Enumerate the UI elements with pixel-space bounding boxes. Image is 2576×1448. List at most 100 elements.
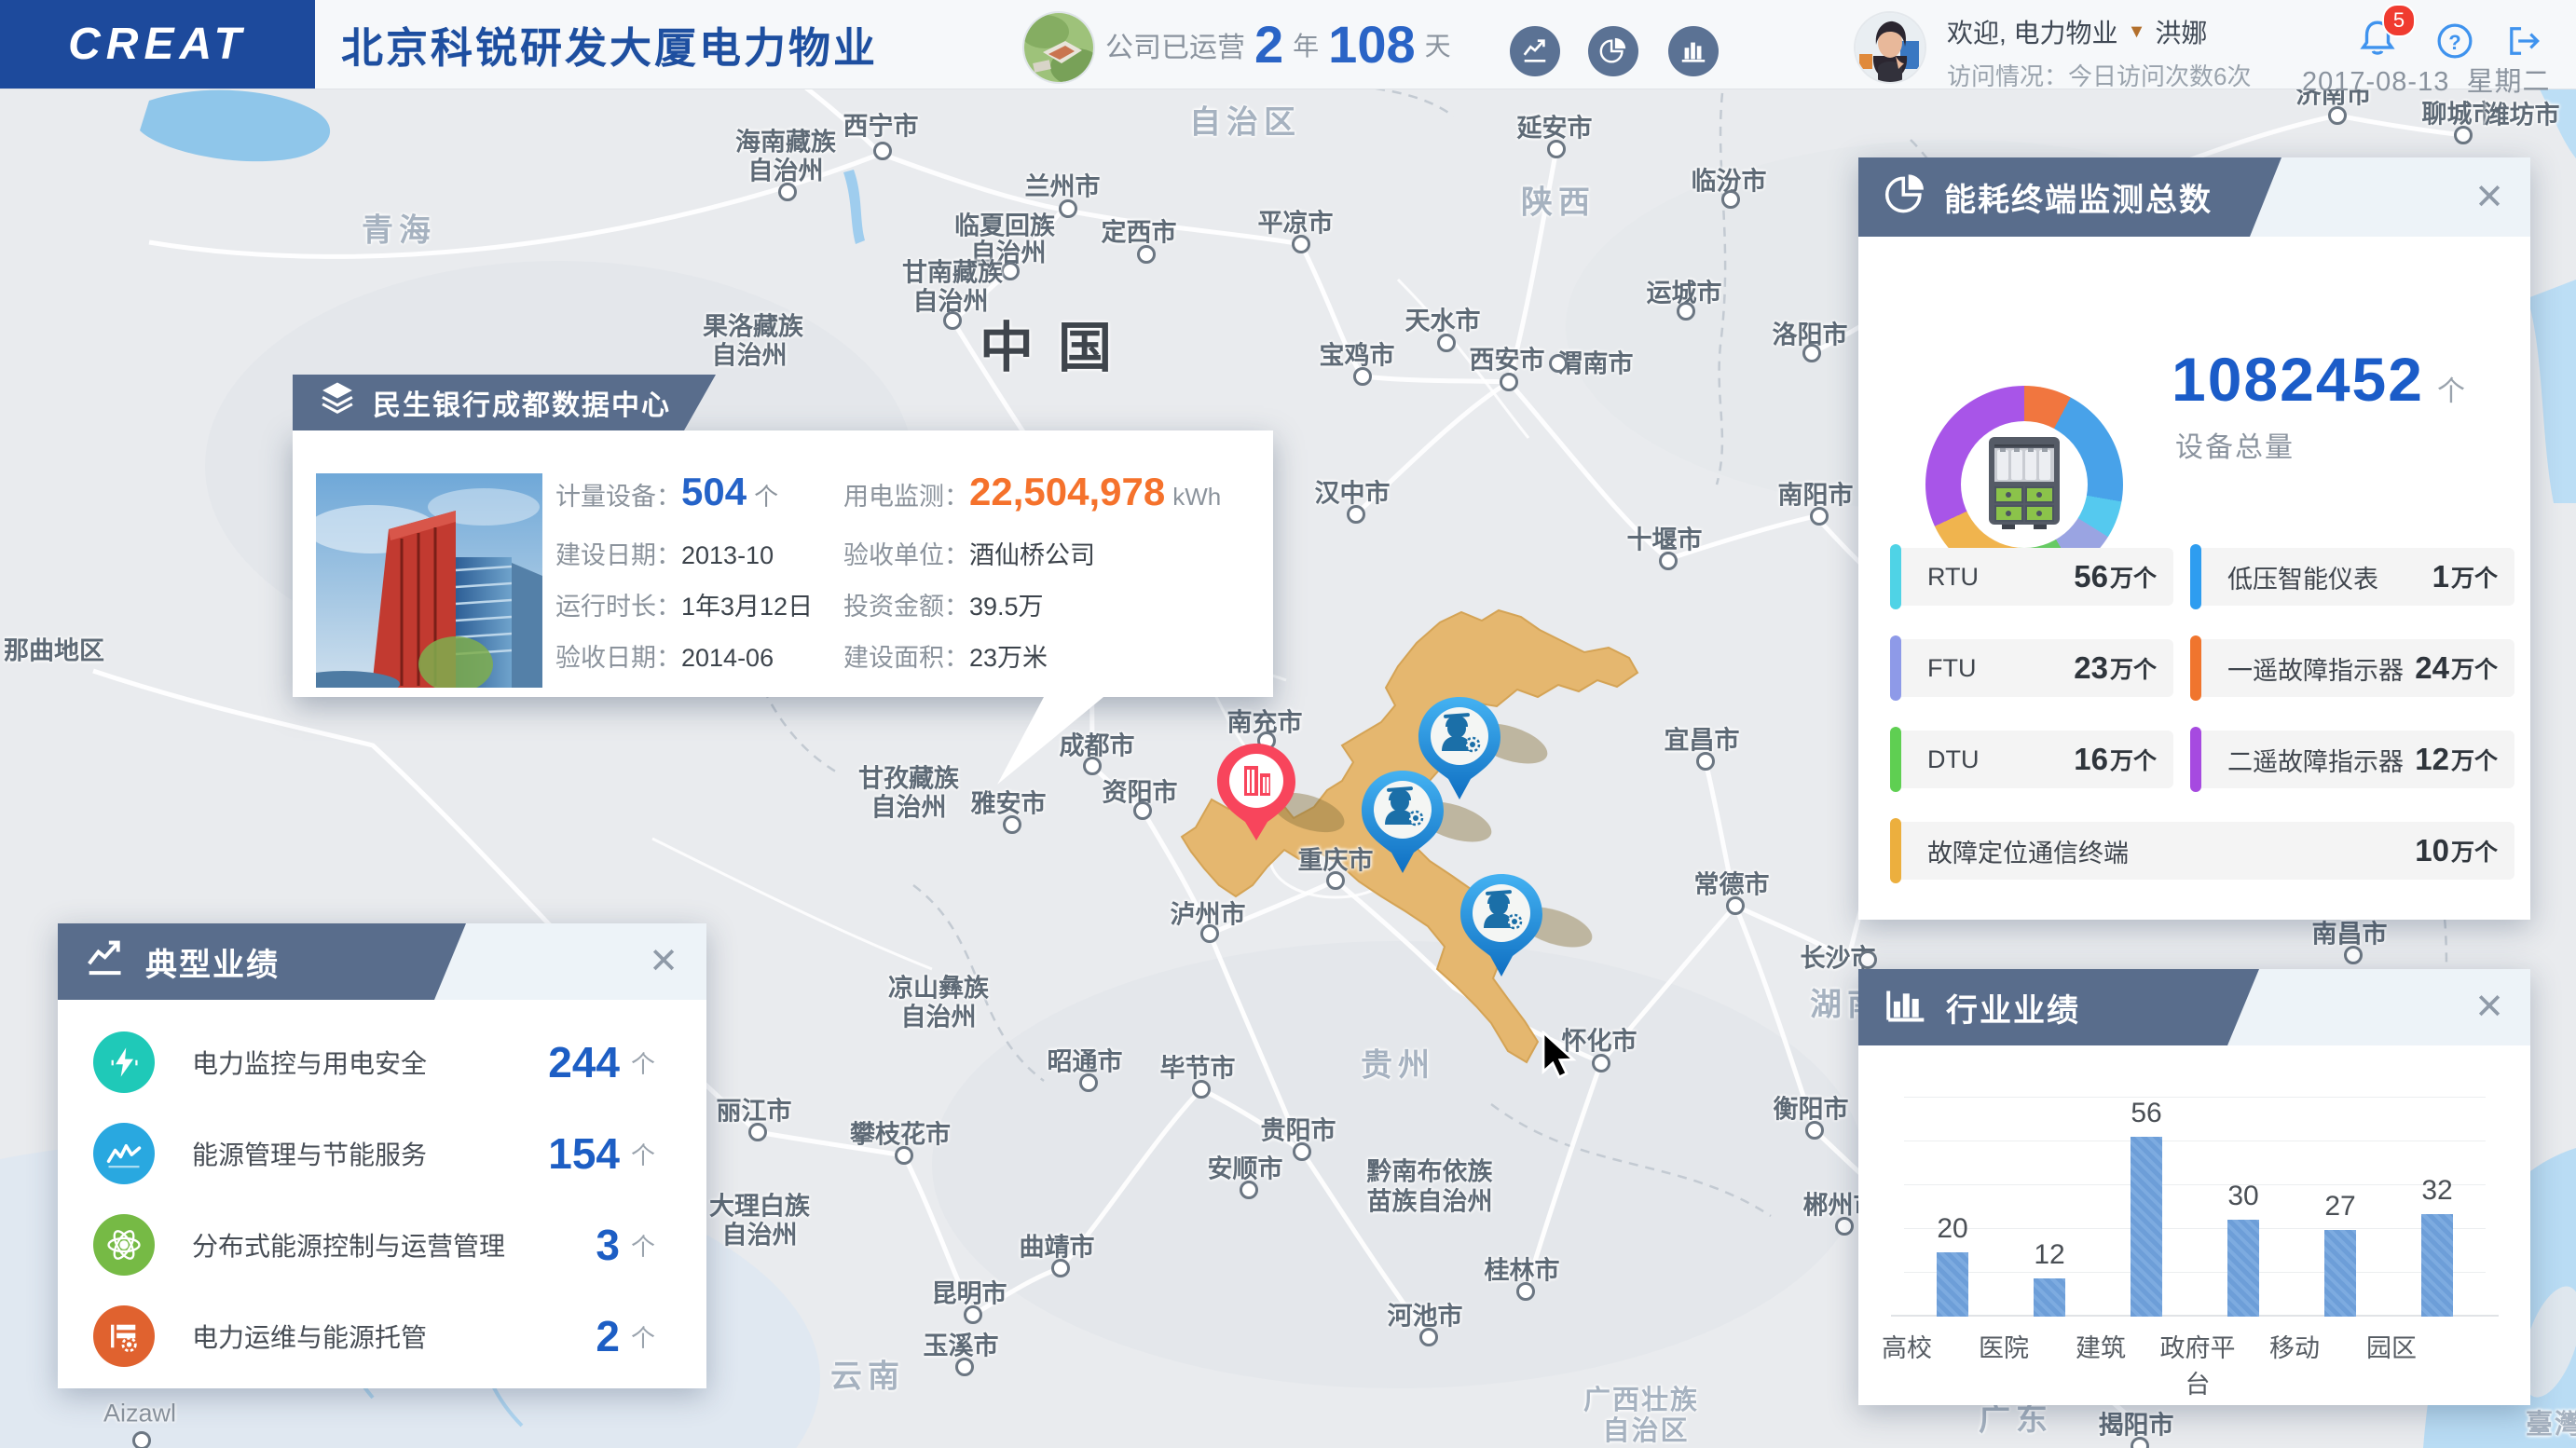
city-dot xyxy=(1133,801,1152,820)
user-avatar[interactable] xyxy=(1854,11,1926,84)
bar-value-label: 20 xyxy=(1937,1213,1968,1244)
city-dot xyxy=(1810,507,1829,526)
city-dot xyxy=(1805,1121,1824,1140)
map-pin-datacenter[interactable] xyxy=(1213,740,1299,849)
city-dot xyxy=(1240,1181,1258,1199)
bar-category-label: 政府平台 xyxy=(2159,1334,2236,1399)
ops-icon xyxy=(93,1305,155,1367)
lightning-icon xyxy=(93,1031,155,1093)
device-value: 23 xyxy=(2074,650,2108,685)
map-label: 自治区 xyxy=(1189,104,1301,141)
achievement-unit: 个 xyxy=(630,1141,655,1169)
industry-panel-close-button[interactable]: ✕ xyxy=(2474,990,2504,1025)
user-block: 欢迎, 电力物业 ▼ 洪娜 访问情况：今日访问次数6次 xyxy=(1947,13,2251,92)
map-label: 青海 xyxy=(362,212,436,249)
device-total-value: 1082452 xyxy=(2172,345,2424,414)
map-label: 攀枝花市 xyxy=(850,1120,951,1149)
device-row: 故障定位通信终端 10 万个 xyxy=(1890,818,2514,883)
bar-value-label: 30 xyxy=(2227,1181,2259,1211)
city-dot xyxy=(1726,896,1745,915)
map-label: 那曲地区 xyxy=(4,636,104,665)
device-value: 12 xyxy=(2415,742,2449,776)
device-color-bar xyxy=(1890,727,1901,792)
building-photo xyxy=(316,473,542,688)
nav-trend-icon[interactable] xyxy=(1510,26,1560,76)
map-label: 自治州 xyxy=(747,157,824,185)
map-label: 苗族自治州 xyxy=(1366,1187,1493,1216)
bar xyxy=(2324,1230,2356,1317)
map-label: 潍坊市 xyxy=(2484,101,2560,130)
user-name[interactable]: 洪娜 xyxy=(2155,13,2207,50)
nav-pie-icon[interactable] xyxy=(1588,26,1638,76)
device-color-bar xyxy=(1890,818,1901,883)
popup-stats: 计量设备： 504 个 用电监测： 22,504,978 kWh 建设日期： 2013-10 验… xyxy=(555,457,1264,681)
nav-bar-icon[interactable] xyxy=(1668,26,1719,76)
map-label: 宜昌市 xyxy=(1664,726,1740,755)
bar-value-label: 27 xyxy=(2324,1191,2356,1222)
page-title: 北京科锐研发大厦电力物业 xyxy=(341,24,879,72)
city-dot xyxy=(1549,354,1568,373)
achievement-value: 154 xyxy=(548,1129,620,1178)
operation-prefix: 公司已运营 xyxy=(1105,32,1245,63)
city-dot xyxy=(1200,924,1219,943)
bar-slot: 56 xyxy=(2098,1053,2195,1317)
device-total-label: 设备总量 xyxy=(2175,432,2295,463)
map-pin-worker-2[interactable] xyxy=(1358,767,1447,881)
popup-field: 验收日期： 2014-06 xyxy=(555,644,774,672)
city-dot xyxy=(1721,190,1740,209)
device-color-bar xyxy=(2190,727,2201,792)
achievement-row: 能源管理与节能服务 154 个 xyxy=(58,1108,706,1199)
device-unit: 万个 xyxy=(2109,566,2157,592)
map-label: 常德市 xyxy=(1693,870,1770,899)
pie-chart-icon xyxy=(1884,173,1927,221)
map-label: 宝鸡市 xyxy=(1319,341,1395,370)
map-label: 贵州 xyxy=(1361,1047,1435,1084)
device-value: 10 xyxy=(2415,833,2449,867)
datacenter-info-popup: 民生银行成都数据中心 计量设备： 504 个 用电监测： 22,504,978 … xyxy=(293,430,1273,785)
map-label: 自治区 xyxy=(1602,1416,1690,1446)
map-label: 云南 xyxy=(830,1359,905,1395)
logo[interactable]: CREAT xyxy=(0,0,315,89)
terminal-panel-title: 能耗终端监测总数 xyxy=(1944,183,2213,218)
bar-category-label: 建筑 xyxy=(2076,1334,2126,1362)
device-value: 24 xyxy=(2415,650,2449,685)
achievement-value: 3 xyxy=(596,1221,620,1269)
mouse-cursor xyxy=(1540,1029,1586,1087)
city-dot xyxy=(1347,505,1365,524)
achievement-label: 分布式能源控制与运营管理 xyxy=(192,1232,506,1261)
achievements-panel-close-button[interactable]: ✕ xyxy=(649,944,678,979)
map-label: 毕节市 xyxy=(1159,1054,1236,1083)
map-pin-worker-3[interactable] xyxy=(1457,870,1546,985)
bar-slot: 32 xyxy=(2389,1053,2486,1317)
bar xyxy=(2227,1220,2259,1317)
achievement-label: 能源管理与节能服务 xyxy=(192,1141,428,1169)
city-dot xyxy=(1003,815,1021,834)
bar-category-label: 园区 xyxy=(2366,1334,2417,1362)
bar xyxy=(2131,1137,2162,1317)
city-dot xyxy=(1516,1282,1535,1301)
map-label: 安顺市 xyxy=(1207,1154,1283,1183)
map-label: 平凉市 xyxy=(1257,209,1334,238)
map-label: 自治州 xyxy=(870,793,947,822)
map-label: 天水市 xyxy=(1404,307,1481,335)
map-label: 自治州 xyxy=(721,1221,798,1250)
achievement-label: 电力监控与用电安全 xyxy=(192,1049,428,1078)
terminal-panel-close-button[interactable]: ✕ xyxy=(2474,180,2504,215)
device-label: RTU xyxy=(1927,562,1980,591)
popup-field: 建设面积： 23万米 xyxy=(843,644,1048,672)
top-header: CREAT 北京科锐研发大厦电力物业 公司已运营 2 年 108 天 欢迎, 电… xyxy=(0,0,2576,97)
chevron-down-icon[interactable]: ▼ xyxy=(2128,21,2146,43)
notification-badge: 5 xyxy=(2382,4,2416,37)
city-dot xyxy=(1192,1080,1211,1099)
city-dot xyxy=(1592,1054,1610,1072)
device-unit: 万个 xyxy=(2109,748,2157,774)
city-dot xyxy=(1802,344,1821,362)
map-label: 自治州 xyxy=(900,1003,977,1031)
popup-field: 用电监测： 22,504,978 kWh xyxy=(843,470,1222,513)
svg-text:?: ? xyxy=(2448,31,2460,54)
industry-panel-banner: 行业业绩 xyxy=(1858,969,2259,1045)
device-row: 低压智能仪表 1 万个 xyxy=(2190,544,2514,609)
device-color-bar xyxy=(1890,544,1901,609)
terminal-panel-banner: 能耗终端监测总数 xyxy=(1858,157,2281,237)
device-color-bar xyxy=(2190,544,2201,609)
